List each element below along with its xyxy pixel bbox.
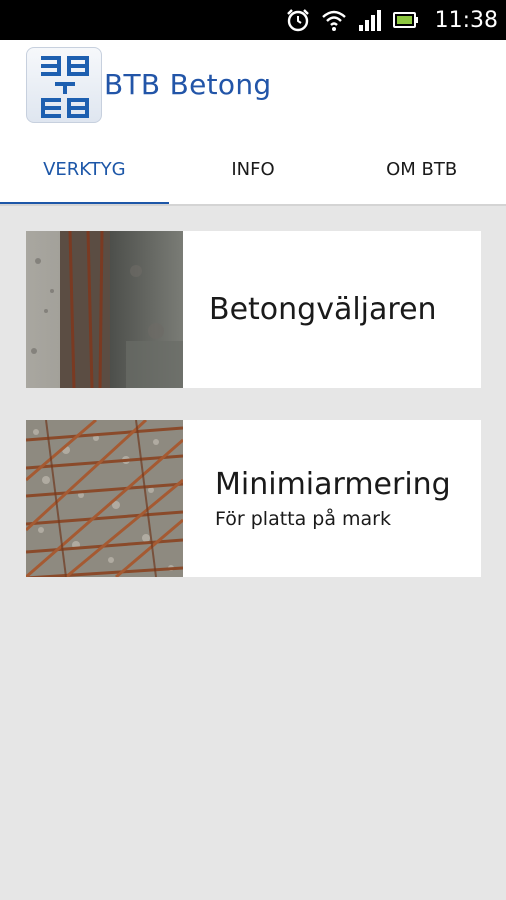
card-text: Minimiarmering För platta på mark [183,420,451,577]
rebar-mesh-image [26,420,183,577]
tabs-divider [0,204,506,206]
wifi-icon [321,10,346,31]
tab-bar: VERKTYG INFO OM BTB [0,132,506,206]
alarm-icon [286,9,309,32]
tab-om-btb[interactable]: OM BTB [337,132,506,206]
battery-icon [392,12,418,28]
status-bar: 11:38 [0,0,506,40]
card-betongvaljaren[interactable]: Betongväljaren [26,231,481,388]
signal-icon [358,10,381,31]
app-logo[interactable] [26,47,102,123]
action-bar: BTB Betong [0,40,506,132]
card-minimiarmering[interactable]: Minimiarmering För platta på mark [26,420,481,577]
card-title: Minimiarmering [215,467,451,502]
btb-logo-icon [41,56,89,118]
card-text: Betongväljaren [183,231,437,388]
tab-info[interactable]: INFO [169,132,338,206]
card-subtitle: För platta på mark [215,508,392,530]
app-title: BTB Betong [104,68,272,101]
card-title: Betongväljaren [209,292,437,327]
status-icons: 11:38 [285,0,498,40]
concrete-wall-image [26,231,183,388]
tab-verktyg[interactable]: VERKTYG [0,132,169,206]
status-time: 11:38 [434,7,498,33]
